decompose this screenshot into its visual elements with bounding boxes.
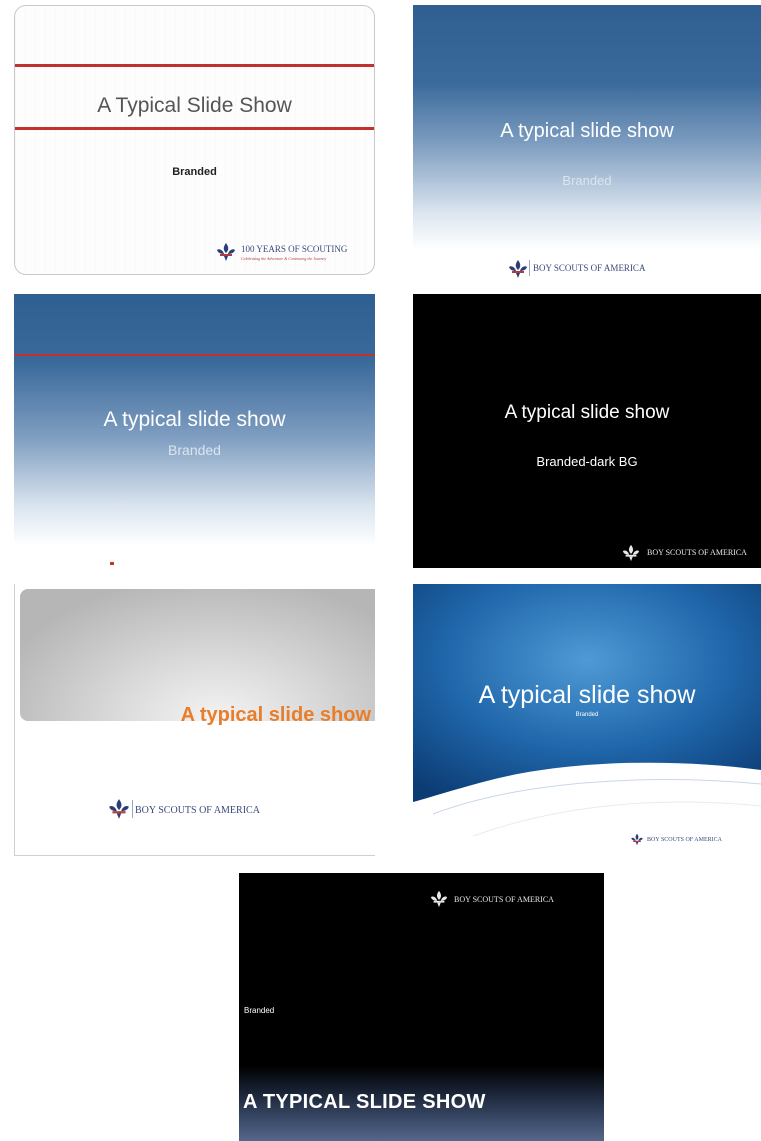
slide-subtitle: Branded [575,712,599,718]
slide-thumbnail[interactable]: A typical slide show Branded-dark BG BOY… [413,294,761,568]
fleur-de-lis-icon [217,243,235,261]
logo-divider [132,800,133,818]
top-accent-line [15,64,374,67]
gray-header-panel [20,589,375,721]
fleur-de-lis-icon [631,833,643,846]
slide-thumbnail[interactable]: A typical slide show Branded [14,294,375,568]
slide-thumbnail[interactable]: A typical slide show BOY SCOUTS OF AMERI… [14,584,375,856]
slide-title: A typical slide show [103,408,286,431]
slide-title: A typical slide show [180,704,371,726]
slide-title: A typical slide show [504,402,670,423]
blue-wave-background [413,584,761,837]
slide-thumbnail[interactable]: A typical slide show Branded BOY SCOUTS … [413,584,761,862]
slide-title: A Typical Slide Show [97,94,292,117]
fleur-de-lis-icon [109,799,129,819]
logo-text: BOY SCOUTS OF AMERICA [647,548,747,557]
logo-text: BOY SCOUTS OF AMERICA [135,805,260,816]
slide-thumbnail[interactable]: A Typical Slide Show Branded 100 YEARS O… [14,5,375,275]
slide-title: A typical slide show [500,120,674,142]
bottom-accent-line [15,127,374,130]
logo-text: BOY SCOUTS OF AMERICA [454,895,554,904]
slide-thumbnail[interactable]: A typical slide show Branded BOY SCOUTS … [413,5,761,283]
slide-title: A TYPICAL SLIDE SHOW [243,1091,486,1113]
fleur-de-lis-icon [430,890,448,908]
slide-title: A typical slide show [478,681,696,709]
slide-subtitle: Branded [244,1006,275,1015]
slide-thumbnail[interactable]: BOY SCOUTS OF AMERICA Branded A TYPICAL … [239,873,604,1141]
logo-text: BOY SCOUTS OF AMERICA [533,263,646,273]
fleur-de-lis-icon [509,260,527,278]
logo-divider [529,260,530,276]
accent-line [14,354,375,356]
logo-text: BOY SCOUTS OF AMERICA [647,837,722,843]
fleur-de-lis-icon [622,544,640,562]
logo-tagline: Celebrating the Adventure & Continuing t… [241,256,327,261]
slide-subtitle: Branded [172,166,217,178]
slide-subtitle: Branded-dark BG [536,454,638,469]
slide-subtitle: Branded [168,442,221,458]
logo-text: 100 YEARS OF SCOUTING [241,244,348,254]
fleur-de-lis-icon [110,562,114,565]
slide-subtitle: Branded [562,173,612,188]
